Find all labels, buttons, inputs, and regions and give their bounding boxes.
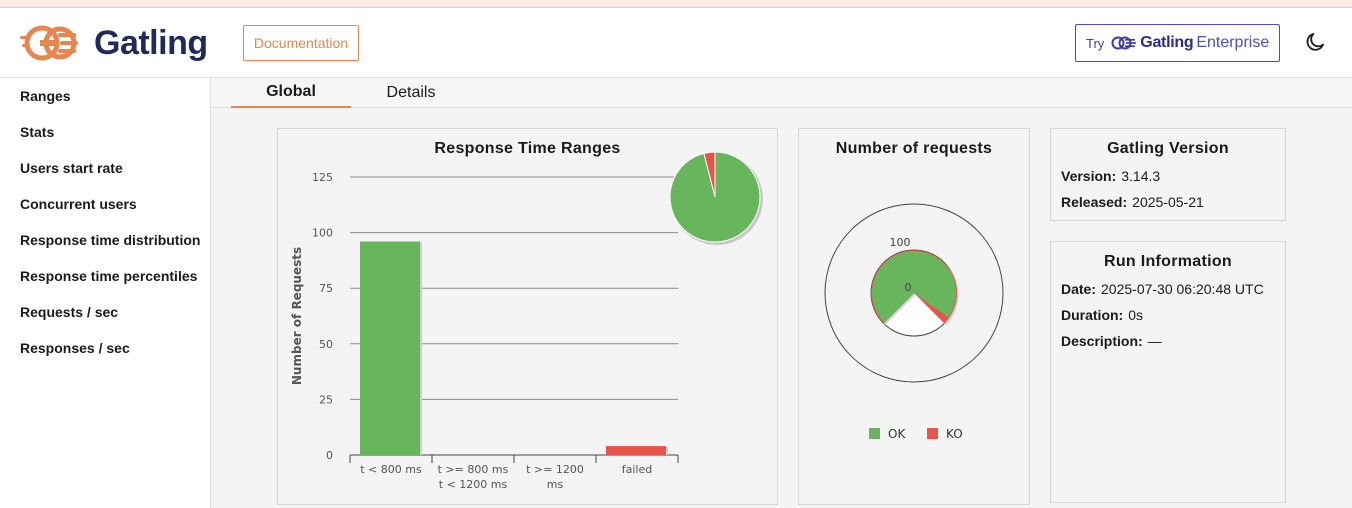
date-row: Date: 2025-07-30 06:20:48 UTC [1061,281,1264,297]
y-tick-label: 50 [319,338,333,351]
duration-row: Duration: 0s [1061,307,1143,323]
sidebar-item-stats[interactable]: Stats [20,124,54,140]
legend-swatch [927,428,938,439]
y-tick-label: 100 [312,227,333,240]
gatling-logo[interactable]: Gatling [20,22,208,64]
duration-value: 0s [1128,307,1144,323]
x-tick-label: t >= 800 ms [438,463,509,476]
response-time-ranges-card: Response Time Ranges 0 25 50 75 100 125 Number… [277,128,778,505]
sidebar-item-response-time-percentiles[interactable]: Response time percentiles [20,268,197,284]
duration-label: Duration: [1061,307,1124,323]
enterprise-suffix: Enterprise [1196,34,1270,51]
number-of-requests-chart: 100 0 OK KO [824,203,1004,441]
scale-label: 0 [905,281,912,294]
date-value: 2025-07-30 06:20:48 UTC [1101,281,1264,297]
tab-bar: Global Details [211,78,1352,108]
sidebar: Ranges Stats Users start rate Concurrent… [0,78,211,508]
sidebar-item-users-start-rate[interactable]: Users start rate [20,160,123,176]
gatling-enterprise-logo-icon [1111,36,1137,50]
top-alert-strip [0,0,1352,8]
gatling-version-title: Gatling Version [1107,140,1229,157]
version-row: Version: 3.14.3 [1061,168,1160,184]
sidebar-item-response-time-distribution[interactable]: Response time distribution [20,232,200,248]
legend-label: KO [946,427,963,441]
x-tick-label: ms [547,478,564,491]
version-value: 3.14.3 [1121,168,1161,184]
run-information-card: Run Information Date: 2025-07-30 06:20:48… [1050,241,1286,503]
x-tick-label: t < 800 ms [360,463,422,476]
documentation-button[interactable]: Documentation [243,25,359,61]
gatling-version-card: Gatling Version Version: 3.14.3 Released:… [1050,128,1286,221]
legend-label: OK [888,427,906,441]
tab-details[interactable]: Details [351,78,471,108]
bar [360,241,420,455]
gatling-logo-icon [20,25,78,61]
released-value: 2025-05-21 [1132,194,1204,210]
released-label: Released: [1061,194,1128,210]
y-tick-label: 125 [312,171,333,184]
y-tick-label: 25 [319,393,333,406]
enterprise-brand: Gatling [1140,34,1194,51]
header: Gatling Documentation Try Gatling Enterp… [0,8,1352,78]
x-tick-label: failed [622,463,652,476]
date-label: Date: [1061,281,1097,297]
description-value: — [1147,333,1162,349]
moon-icon[interactable] [1303,30,1327,54]
y-tick-label: 0 [326,449,333,462]
bar [606,446,666,455]
scale-label: 100 [890,236,911,249]
legend-swatch [869,428,880,439]
sidebar-item-concurrent-users[interactable]: Concurrent users [20,196,137,212]
sidebar-item-requests-per-sec[interactable]: Requests / sec [20,304,118,320]
version-label: Version: [1061,168,1117,184]
released-row: Released: 2025-05-21 [1061,194,1204,210]
x-tick-label: t >= 1200 [526,463,584,476]
inset-pie-slice [669,151,761,243]
tab-global[interactable]: Global [231,78,351,108]
try-enterprise-button[interactable]: Try Gatling Enterprise [1075,24,1280,62]
sidebar-item-responses-per-sec[interactable]: Responses / sec [20,340,130,356]
description-label: Description: [1061,333,1143,349]
main-content: Global Details Response Time Ranges 0 25 5… [211,78,1352,508]
number-of-requests-card: Number of requests 100 0 OK KO [798,128,1030,505]
x-tick-label: t < 1200 ms [439,478,508,491]
description-row: Description: — [1061,333,1162,349]
response-time-ranges-chart: 0 25 50 75 100 125 Number of Requests t < 800 m… [290,151,763,491]
sidebar-item-ranges[interactable]: Ranges [20,88,71,104]
run-information-title: Run Information [1103,253,1233,270]
y-tick-label: 75 [319,282,333,295]
logo-text: Gatling [94,23,208,62]
try-label: Try [1086,35,1105,51]
y-axis-label: Number of Requests [290,247,304,385]
